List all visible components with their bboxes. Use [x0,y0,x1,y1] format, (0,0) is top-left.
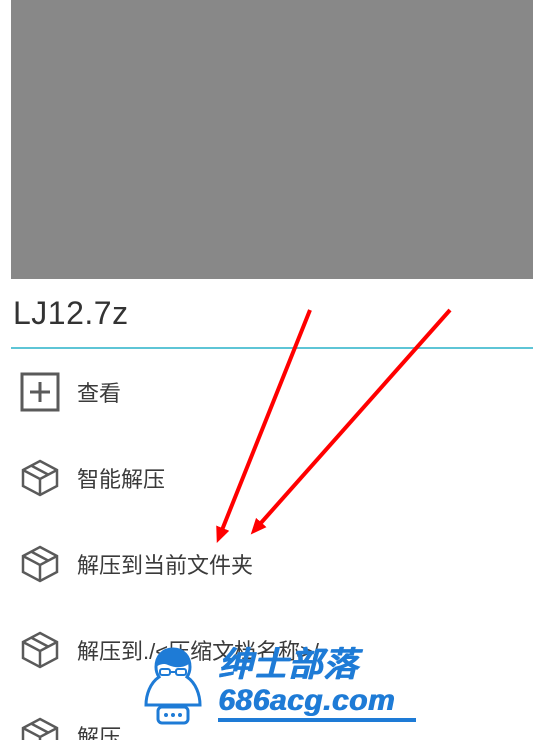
box-icon [19,715,61,740]
menu-item-smart-extract[interactable]: 智能解压 [11,435,533,521]
avatar-icon [142,643,204,727]
watermark-underline [218,718,416,722]
menu-item-label: 解压到当前文件夹 [77,548,253,580]
file-preview-area [11,0,533,279]
filename-text: LJ12.7z [13,295,129,332]
box-icon [19,543,61,585]
menu-item-view[interactable]: 查看 [11,349,533,435]
app-root: LJ12.7z 查看 智能解压 [0,0,543,740]
watermark: 绅士部落 686acg.com [142,640,422,730]
box-icon [19,457,61,499]
watermark-line1: 绅士部落 [218,648,416,682]
watermark-line2: 686acg.com [218,686,416,716]
filename-row: LJ12.7z [11,285,533,342]
box-icon [19,629,61,671]
menu-item-extract-here[interactable]: 解压到当前文件夹 [11,521,533,607]
menu-item-label: 智能解压 [77,462,165,494]
watermark-text: 绅士部落 686acg.com [218,648,416,722]
plus-icon [19,371,61,413]
menu-item-label: 查看 [77,376,121,408]
menu-item-label: 解压.. [77,720,133,740]
